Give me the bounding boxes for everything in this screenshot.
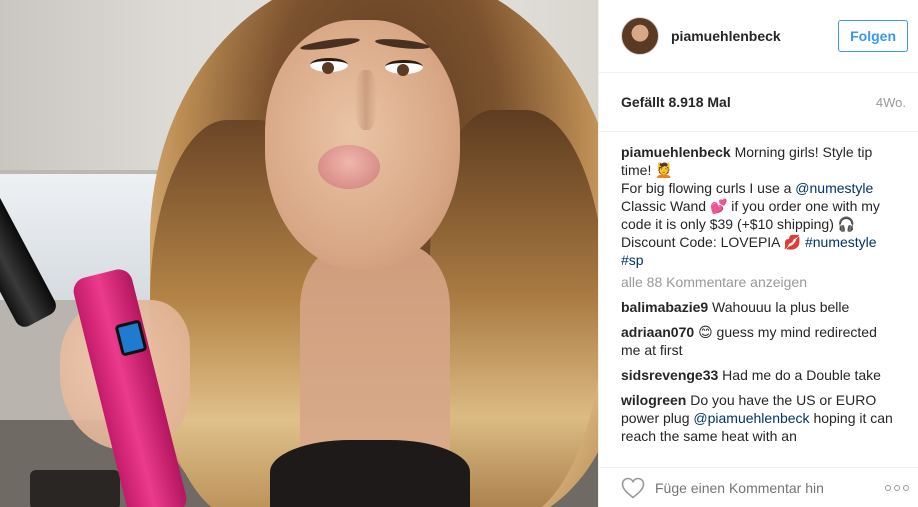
- photo-right-eye: [385, 60, 423, 76]
- caption-hashtag-link[interactable]: #numestyle: [805, 234, 877, 250]
- caption-emoji: 💆: [655, 162, 673, 178]
- comment-list: piamuehlenbeck Morning girls! Style tip …: [599, 132, 918, 445]
- more-dot: [903, 484, 909, 491]
- caption-text: Discount Code: LOVEPIA: [621, 234, 784, 250]
- comment-mention-link[interactable]: @piamuehlenbeck: [693, 410, 809, 426]
- more-options-icon[interactable]: [885, 484, 909, 491]
- caption-text: For big flowing curls I use a: [621, 180, 796, 196]
- photo-black-top: [270, 440, 470, 507]
- photo-face: [265, 20, 460, 270]
- view-all-comments-link[interactable]: alle 88 Kommentare anzeigen: [621, 273, 900, 291]
- comment-username[interactable]: adriaan070: [621, 324, 694, 340]
- heart-icon-svg: [621, 477, 645, 499]
- follow-button[interactable]: Folgen: [838, 20, 908, 52]
- heart-icon[interactable]: [621, 477, 645, 499]
- caption-hashtag-link[interactable]: #sp: [621, 252, 644, 268]
- comment-username[interactable]: sidsrevenge33: [621, 367, 718, 383]
- caption-mention-link[interactable]: @numestyle: [795, 180, 873, 196]
- photo-nose: [355, 70, 377, 130]
- comment-text: Wahouuu la plus belle: [708, 299, 850, 315]
- list-item: sidsrevenge33 Had me do a Double take: [621, 366, 900, 384]
- photo-background-table: [30, 470, 120, 507]
- list-item: wilogreen Do you have the US or EURO pow…: [621, 391, 900, 445]
- comment-composer: [599, 467, 918, 507]
- post-sidebar: piamuehlenbeck Folgen Gefällt 8.918 Mal …: [598, 0, 918, 507]
- post-stats: Gefällt 8.918 Mal 4Wo.: [599, 73, 918, 132]
- caption-emoji: 💕: [709, 198, 728, 214]
- more-dot: [885, 484, 891, 491]
- add-comment-input[interactable]: [655, 479, 885, 496]
- instagram-post: piamuehlenbeck Folgen Gefällt 8.918 Mal …: [0, 0, 918, 507]
- post-caption: piamuehlenbeck Morning girls! Style tip …: [621, 132, 900, 269]
- avatar[interactable]: [621, 17, 659, 55]
- photo-neck: [300, 245, 450, 455]
- caption-emoji: 💋: [783, 234, 802, 250]
- comment-username[interactable]: wilogreen: [621, 392, 686, 408]
- list-item: adriaan070 😊 guess my mind redirected me…: [621, 323, 900, 359]
- list-item: balimabazie9 Wahouuu la plus belle: [621, 298, 900, 316]
- comment-emoji: 😊: [698, 324, 713, 340]
- comment-username[interactable]: balimabazie9: [621, 299, 708, 315]
- comment-text: Had me do a Double take: [718, 367, 881, 383]
- photo-lips: [318, 145, 380, 189]
- caption-username[interactable]: piamuehlenbeck: [621, 144, 731, 160]
- like-count[interactable]: Gefällt 8.918 Mal: [621, 94, 731, 110]
- author-username[interactable]: piamuehlenbeck: [671, 28, 838, 44]
- caption-emoji: 🎧: [837, 216, 856, 232]
- photo-left-eye: [310, 58, 348, 74]
- caption-text: Classic Wand: [621, 198, 710, 214]
- post-header: piamuehlenbeck Folgen: [599, 0, 918, 73]
- post-photo[interactable]: [0, 0, 598, 507]
- post-age[interactable]: 4Wo.: [876, 95, 906, 110]
- more-dot: [894, 484, 900, 491]
